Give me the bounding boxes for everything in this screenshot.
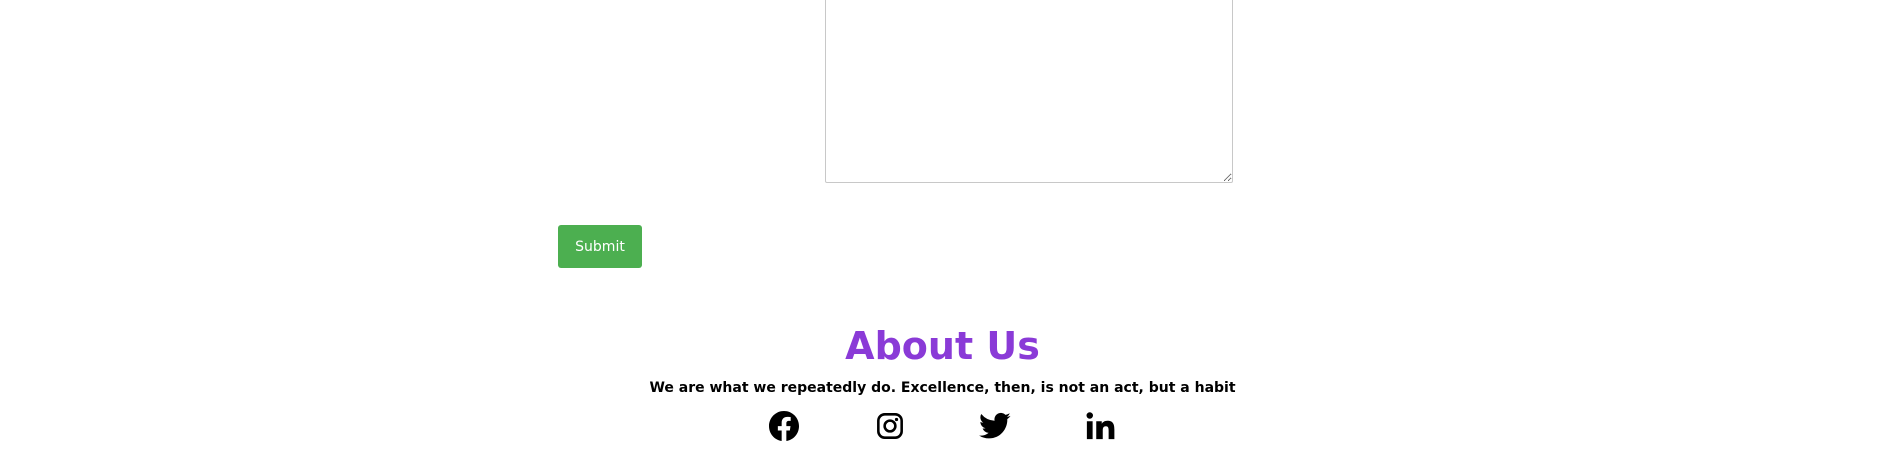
page: Submit About Us We are what we repeatedl… <box>0 0 1885 461</box>
instagram-icon <box>877 413 903 439</box>
twitter-icon <box>979 412 1011 439</box>
message-textarea[interactable] <box>825 0 1233 183</box>
about-quote: We are what we repeatedly do. Excellence… <box>649 380 1236 396</box>
instagram-link[interactable] <box>872 408 908 444</box>
twitter-link[interactable] <box>977 408 1013 444</box>
submit-button[interactable]: Submit <box>558 225 642 268</box>
facebook-link[interactable] <box>766 408 802 444</box>
about-title: About Us <box>845 324 1040 368</box>
facebook-icon <box>769 411 799 441</box>
social-links <box>0 408 1885 444</box>
linkedin-link[interactable] <box>1082 408 1118 444</box>
about-section: About Us We are what we repeatedly do. E… <box>0 318 1885 398</box>
linkedin-icon <box>1086 412 1115 440</box>
